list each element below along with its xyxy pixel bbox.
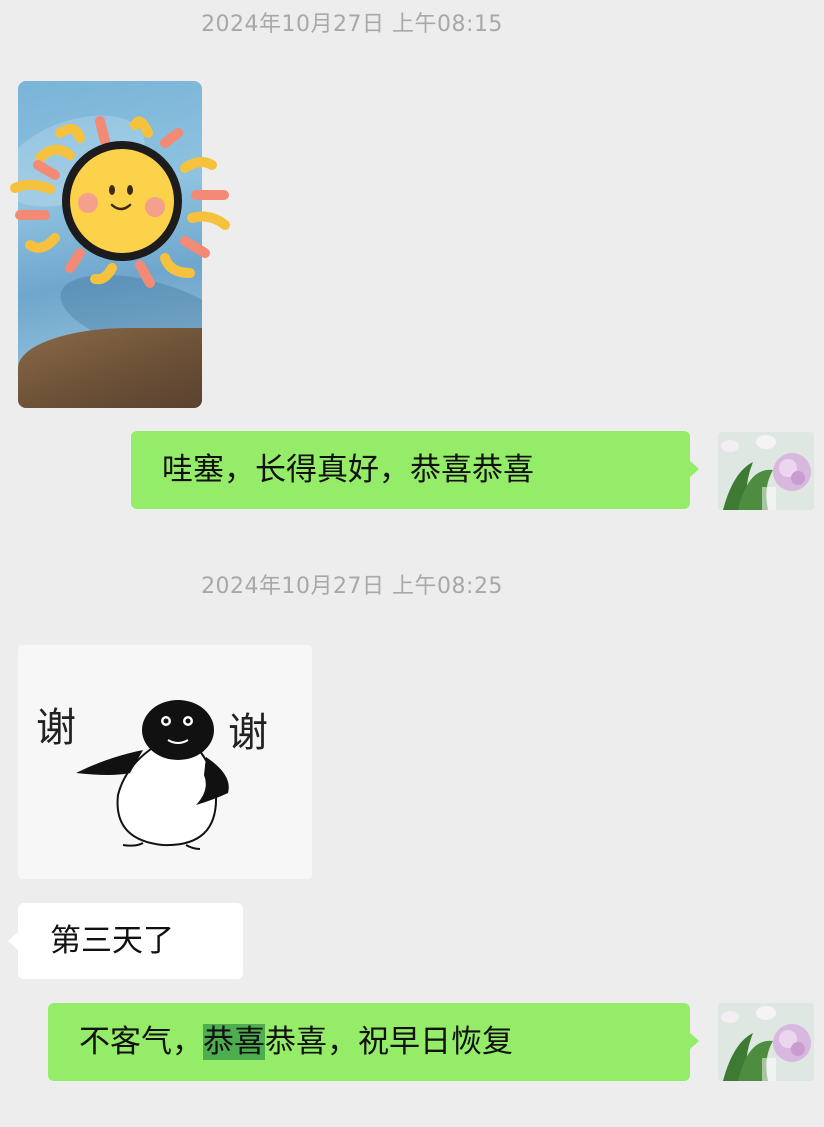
flower-avatar-icon[interactable] bbox=[718, 432, 814, 510]
timestamp: 2024年10月27日 上午08:25 bbox=[201, 574, 503, 599]
selected-text[interactable]: 恭喜 bbox=[203, 1024, 265, 1060]
sent-message-bubble[interactable]: 不客气，恭喜恭喜，祝早日恢复 bbox=[48, 1003, 699, 1081]
flower-avatar-icon[interactable] bbox=[718, 1003, 814, 1081]
message-text: 恭喜，祝早日恢复 bbox=[265, 1024, 513, 1060]
sent-message-bubble[interactable]: 哇塞，长得真好，恭喜恭喜 bbox=[131, 431, 699, 509]
message-text: 不客气， bbox=[79, 1024, 203, 1060]
penguin-sticker-icon[interactable]: 谢 谢 bbox=[18, 645, 312, 879]
photo-detail bbox=[18, 328, 202, 408]
penguin-drawing bbox=[76, 700, 229, 850]
received-message-bubble[interactable]: 第三天了 bbox=[8, 903, 243, 979]
message-text: 第三天了 bbox=[50, 923, 174, 959]
timestamp: 2024年10月27日 上午08:15 bbox=[201, 12, 503, 37]
sun-sticker-icon bbox=[10, 116, 230, 288]
message-text: 哇塞，长得真好，恭喜恭喜 bbox=[162, 452, 534, 488]
